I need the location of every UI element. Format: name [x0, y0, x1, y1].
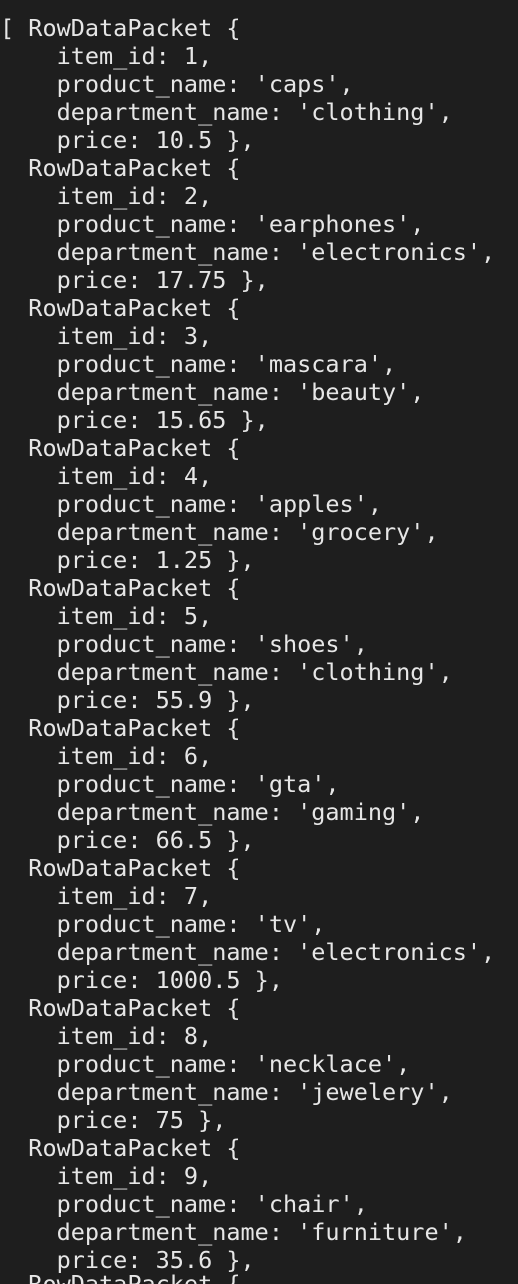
output-line: price: 10.5 }, [0, 126, 255, 154]
output-line: department_name: 'grocery', [0, 518, 439, 546]
output-line: RowDataPacket { [0, 154, 241, 182]
output-line: RowDataPacket { [0, 854, 241, 882]
output-line: item_id: 9, [0, 1162, 213, 1190]
output-line: product_name: 'apples', [0, 490, 383, 518]
output-line: department_name: 'gaming', [0, 798, 425, 826]
output-line: department_name: 'clothing', [0, 98, 453, 126]
output-line: product_name: 'caps', [0, 70, 354, 98]
output-line: price: 55.9 }, [0, 686, 255, 714]
terminal-output: [ RowDataPacket { item_id: 1, product_na… [0, 0, 518, 1284]
output-line: item_id: 1, [0, 42, 213, 70]
output-line: RowDataPacket { [0, 574, 241, 602]
output-line: item_id: 3, [0, 322, 213, 350]
output-line: product_name: 'chair', [0, 1190, 368, 1218]
output-line: department_name: 'clothing', [0, 658, 453, 686]
output-line: product_name: 'shoes', [0, 630, 368, 658]
output-line: RowDataPacket { [0, 434, 241, 462]
output-line: RowDataPacket { [0, 994, 241, 1022]
output-line: price: 75 }, [0, 1106, 227, 1134]
output-line: department_name: 'electronics', [0, 938, 496, 966]
output-line: price: 1000.5 }, [0, 966, 283, 994]
output-line: [ RowDataPacket { [0, 14, 241, 42]
output-line: price: 17.75 }, [0, 266, 269, 294]
output-line: item_id: 7, [0, 882, 213, 910]
output-line: product_name: 'tv', [0, 910, 326, 938]
output-line: RowDataPacket { [0, 714, 241, 742]
output-line: product_name: 'necklace', [0, 1050, 411, 1078]
output-line: item_id: 8, [0, 1022, 213, 1050]
output-line: item_id: 5, [0, 602, 213, 630]
output-line: RowDataPacket { [0, 1134, 241, 1162]
output-line: product_name: 'earphones', [0, 210, 425, 238]
output-line: product_name: 'mascara', [0, 350, 397, 378]
output-line: department_name: 'electronics', [0, 238, 496, 266]
output-line: item_id: 4, [0, 462, 213, 490]
output-line: item_id: 2, [0, 182, 213, 210]
output-line: department_name: 'furniture', [0, 1218, 467, 1246]
output-line: department_name: 'jewelery', [0, 1078, 453, 1106]
output-line: price: 66.5 }, [0, 826, 255, 854]
output-line: RowDataPacket { [0, 294, 241, 322]
output-line: price: 1.25 }, [0, 546, 255, 574]
output-line: product_name: 'gta', [0, 770, 340, 798]
output-line: item_id: 6, [0, 742, 213, 770]
output-line: department_name: 'beauty', [0, 378, 425, 406]
output-line: price: 15.65 }, [0, 406, 269, 434]
output-line: RowDataPacket { [0, 1270, 241, 1284]
